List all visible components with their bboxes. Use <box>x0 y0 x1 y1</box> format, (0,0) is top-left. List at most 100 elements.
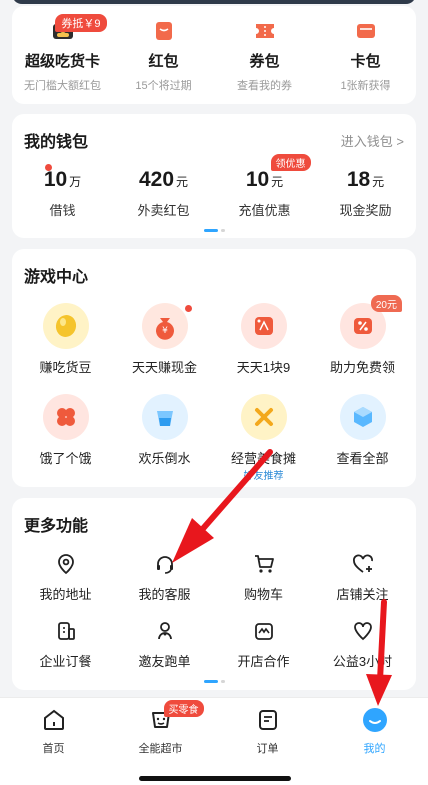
wallet-label: 现金奖励 <box>339 203 392 218</box>
wallet-unit: 万 <box>69 175 82 189</box>
tab-label: 订单 <box>256 743 279 755</box>
asset-sub: 无门槛大额红包 <box>24 80 101 92</box>
wallet-item-loan[interactable]: 10 万 借钱 <box>15 164 111 219</box>
card-pack-icon <box>356 24 375 38</box>
profile-icon <box>362 708 387 732</box>
game-item[interactable]: 20元 助力免费领 <box>313 295 412 376</box>
cart-icon <box>254 555 274 573</box>
game-center-title: 游戏中心 <box>24 269 89 286</box>
function-item[interactable]: 开店合作 <box>214 619 313 670</box>
game-label: 饿了个饿 <box>39 451 92 466</box>
snack-badge: 买零食 <box>163 700 204 717</box>
bean-icon <box>55 315 76 337</box>
price-tag-icon <box>254 317 273 335</box>
svg-text:¥: ¥ <box>162 326 168 336</box>
function-label: 企业订餐 <box>39 654 92 669</box>
discount-icon <box>353 318 372 334</box>
wallet-unit: 元 <box>271 175 284 189</box>
game-center-card: 游戏中心 赚吃货豆 ¥ 天天赚现金 天天1块9 20元 助力免费领 饿了个饿 欢… <box>12 249 416 487</box>
tab-supermarket[interactable]: 买零食 全能超市 <box>116 700 206 756</box>
wallet-item-recharge[interactable]: 领优惠 10 元 充值优惠 <box>217 154 313 219</box>
home-icon <box>43 709 64 730</box>
coupon-entry[interactable]: 券包 查看我的券 <box>215 20 315 93</box>
game-item[interactable]: ¥ 天天赚现金 <box>115 303 214 376</box>
function-label: 开店合作 <box>237 654 290 669</box>
more-functions-card: 更多功能 我的地址 我的客服 购物车 店铺关注 企业订餐 邀友跑单 开店合作 公… <box>12 498 416 690</box>
asset-title: 券包 <box>249 53 280 70</box>
notification-dot <box>185 305 192 312</box>
food-stall-icon <box>254 408 273 426</box>
tab-orders[interactable]: 订单 <box>223 706 313 756</box>
game-label: 查看全部 <box>336 451 389 466</box>
assets-card: 券抵￥9 超级吃货卡 无门槛大额红包 红包 15个将过期 券包 查看我的券 卡包… <box>12 6 416 104</box>
enter-wallet-link[interactable]: 进入钱包 > <box>341 131 404 150</box>
wallet-unit: 元 <box>372 175 385 189</box>
function-item[interactable]: 店铺关注 <box>313 552 412 603</box>
wallet-item-red-envelope[interactable]: 420 元 外卖红包 <box>116 168 212 219</box>
game-sub: 好友推荐 <box>243 471 284 482</box>
game-label: 天天1块9 <box>236 360 291 375</box>
game-item[interactable]: 赚吃货豆 <box>16 303 115 376</box>
function-item[interactable]: 购物车 <box>214 552 313 603</box>
game-label: 天天赚现金 <box>131 360 197 375</box>
red-envelope-icon <box>155 22 172 40</box>
function-item[interactable]: 企业订餐 <box>16 619 115 670</box>
cells-icon <box>56 408 75 426</box>
game-item[interactable]: 经营美食摊 好友推荐 <box>214 394 313 482</box>
wallet-pager <box>12 229 416 232</box>
game-label: 欢乐倒水 <box>138 451 191 466</box>
wallet-label: 外卖红包 <box>137 203 190 218</box>
bottom-tab-bar: 首页 买零食 全能超市 订单 我的 <box>0 697 428 785</box>
tab-label: 全能超市 <box>138 743 183 755</box>
tab-profile[interactable]: 我的 <box>330 706 420 756</box>
coupon-badge: 券抵￥9 <box>55 14 107 32</box>
game-item[interactable]: 饿了个饿 <box>16 394 115 482</box>
more-functions-title: 更多功能 <box>24 518 89 535</box>
headset-icon <box>156 556 173 574</box>
asset-sub: 1张新获得 <box>340 80 391 92</box>
shop-icon <box>254 623 273 640</box>
game-item[interactable]: 天天1块9 <box>214 303 313 376</box>
location-icon <box>57 554 74 575</box>
asset-title: 超级吃货卡 <box>24 53 100 70</box>
home-indicator <box>139 776 291 781</box>
functions-pager <box>12 680 416 683</box>
wallet-value: 10 <box>43 168 68 191</box>
game-item[interactable]: 查看全部 <box>313 394 412 482</box>
offer-badge: 领优惠 <box>270 154 311 171</box>
function-item[interactable]: 邀友跑单 <box>115 619 214 670</box>
asset-title: 卡包 <box>350 53 381 70</box>
wallet-card: 我的钱包 进入钱包 > 10 万 借钱 420 元 外卖红包 领优惠 10 元 充值优… <box>12 114 416 238</box>
coupon-icon <box>255 24 274 38</box>
asset-sub: 15个将过期 <box>135 80 192 92</box>
asset-title: 红包 <box>148 53 179 70</box>
game-label: 助力免费领 <box>329 360 395 375</box>
order-icon <box>258 710 277 730</box>
game-item[interactable]: 欢乐倒水 <box>115 394 214 482</box>
super-card-entry[interactable]: 券抵￥9 超级吃货卡 无门槛大额红包 <box>13 14 113 93</box>
function-label: 我的客服 <box>138 587 191 602</box>
wallet-value: 420 <box>138 168 175 191</box>
function-label: 公益3小时 <box>332 654 393 669</box>
heart-plus-icon <box>352 554 373 573</box>
function-label: 购物车 <box>243 587 283 602</box>
function-item[interactable]: 公益3小时 <box>313 619 412 670</box>
charity-icon <box>353 622 372 641</box>
wallet-value: 10 <box>245 168 270 191</box>
water-cup-icon <box>156 411 173 426</box>
wallet-label: 借钱 <box>49 203 76 218</box>
function-item[interactable]: 我的地址 <box>16 552 115 603</box>
wallet-title: 我的钱包 <box>24 134 89 151</box>
function-label: 我的地址 <box>39 587 92 602</box>
tab-label: 我的 <box>363 743 386 755</box>
function-label: 邀友跑单 <box>138 654 191 669</box>
card-pack-entry[interactable]: 卡包 1张新获得 <box>316 20 416 93</box>
red-envelope-entry[interactable]: 红包 15个将过期 <box>114 20 214 93</box>
tab-label: 首页 <box>42 743 65 755</box>
cube-icon <box>353 407 372 427</box>
wallet-item-cash[interactable]: 18 元 现金奖励 <box>318 168 414 219</box>
tab-home[interactable]: 首页 <box>9 706 99 756</box>
notification-dot <box>44 164 52 171</box>
function-item[interactable]: 我的客服 <box>115 552 214 603</box>
function-label: 店铺关注 <box>336 587 389 602</box>
